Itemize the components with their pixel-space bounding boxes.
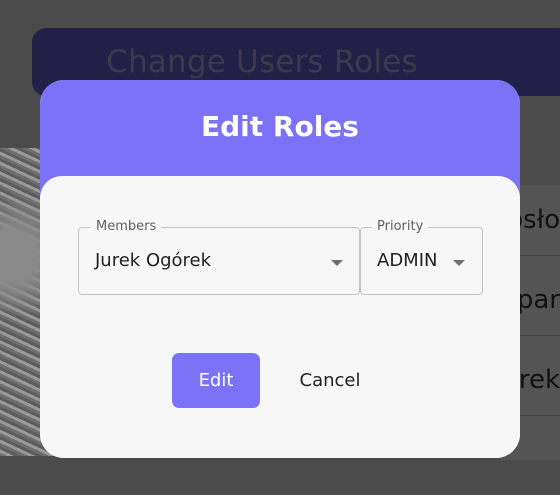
members-value: Jurek Ogórek <box>95 250 212 271</box>
priority-label: Priority <box>372 219 429 235</box>
priority-select[interactable]: Priority ADMIN <box>360 219 483 295</box>
priority-value: ADMIN <box>377 250 438 271</box>
edit-button[interactable]: Edit <box>172 353 260 408</box>
cancel-button[interactable]: Cancel <box>284 353 376 408</box>
members-label: Members <box>91 219 162 235</box>
chevron-down-icon <box>331 260 343 266</box>
edit-roles-dialog: Edit Roles Members Jurek Ogórek Priority… <box>40 80 520 458</box>
dialog-title: Edit Roles <box>201 110 359 143</box>
members-select[interactable]: Members Jurek Ogórek <box>78 219 360 295</box>
chevron-down-icon <box>453 260 465 266</box>
page-title: Change Users Roles <box>106 44 418 80</box>
